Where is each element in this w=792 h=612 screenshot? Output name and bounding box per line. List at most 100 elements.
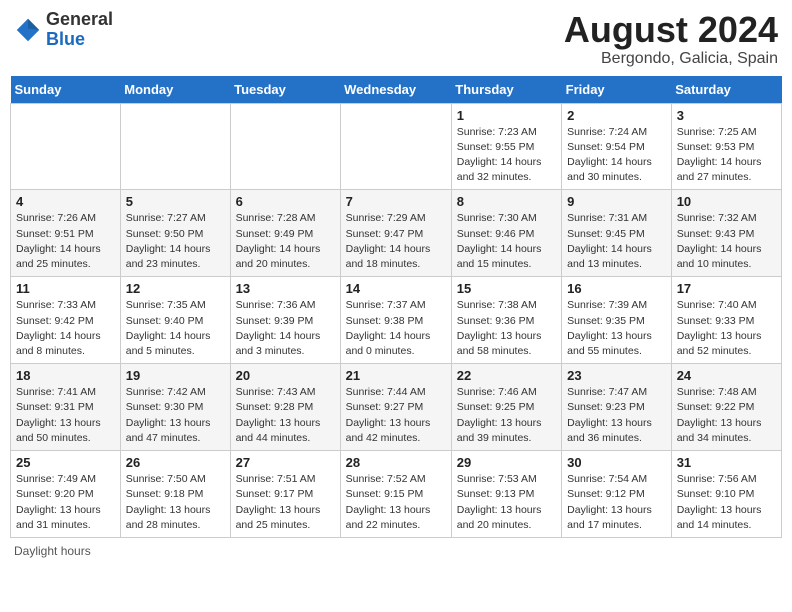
day-info: Sunrise: 7:46 AM Sunset: 9:25 PM Dayligh…	[457, 385, 556, 446]
calendar-table: SundayMondayTuesdayWednesdayThursdayFrid…	[10, 76, 782, 538]
calendar-cell: 10 Sunrise: 7:32 AM Sunset: 9:43 PM Dayli…	[671, 190, 781, 277]
day-info: Sunrise: 7:41 AM Sunset: 9:31 PM Dayligh…	[16, 385, 115, 446]
day-number: 14	[346, 281, 446, 296]
day-number: 20	[236, 368, 335, 383]
day-info: Sunrise: 7:43 AM Sunset: 9:28 PM Dayligh…	[236, 385, 335, 446]
day-number: 4	[16, 194, 115, 209]
daylight-hours-label: Daylight hours	[14, 544, 91, 558]
day-number: 30	[567, 455, 666, 470]
calendar-cell: 30 Sunrise: 7:54 AM Sunset: 9:12 PM Dayli…	[562, 451, 672, 538]
calendar-cell: 18 Sunrise: 7:41 AM Sunset: 9:31 PM Dayli…	[11, 364, 121, 451]
calendar-cell: 12 Sunrise: 7:35 AM Sunset: 9:40 PM Dayli…	[120, 277, 230, 364]
header-cell-friday: Friday	[562, 76, 672, 104]
calendar-week-row: 11Sunrise: 7:33 AM Sunset: 9:42 PM Dayli…	[11, 277, 782, 364]
day-info: Sunrise: 7:37 AM Sunset: 9:38 PM Dayligh…	[346, 298, 446, 359]
calendar-cell: 2Sunrise: 7:24 AM Sunset: 9:54 PM Daylig…	[562, 103, 672, 190]
day-info: Sunrise: 7:56 AM Sunset: 9:10 PM Dayligh…	[677, 472, 776, 533]
calendar-cell: 27Sunrise: 7:51 AM Sunset: 9:17 PM Dayli…	[230, 451, 340, 538]
day-number: 28	[346, 455, 446, 470]
calendar-cell	[11, 103, 121, 190]
calendar-cell: 1 Sunrise: 7:23 AM Sunset: 9:55 PM Daylig…	[451, 103, 561, 190]
day-info: Sunrise: 7:44 AM Sunset: 9:27 PM Dayligh…	[346, 385, 446, 446]
day-info: Sunrise: 7:25 AM Sunset: 9:53 PM Dayligh…	[677, 125, 776, 186]
day-info: Sunrise: 7:28 AM Sunset: 9:49 PM Dayligh…	[236, 211, 335, 272]
day-info: Sunrise: 7:54 AM Sunset: 9:12 PM Dayligh…	[567, 472, 666, 533]
calendar-cell: 28 Sunrise: 7:52 AM Sunset: 9:15 PM Dayli…	[340, 451, 451, 538]
calendar-cell: 24 Sunrise: 7:48 AM Sunset: 9:22 PM Dayli…	[671, 364, 781, 451]
calendar-header-row: SundayMondayTuesdayWednesdayThursdayFrid…	[11, 76, 782, 104]
calendar-cell: 16Sunrise: 7:39 AM Sunset: 9:35 PM Dayli…	[562, 277, 672, 364]
calendar-cell: 11Sunrise: 7:33 AM Sunset: 9:42 PM Dayli…	[11, 277, 121, 364]
calendar-week-row: 25Sunrise: 7:49 AM Sunset: 9:20 PM Dayli…	[11, 451, 782, 538]
day-info: Sunrise: 7:49 AM Sunset: 9:20 PM Dayligh…	[16, 472, 115, 533]
calendar-cell	[340, 103, 451, 190]
calendar-cell: 22Sunrise: 7:46 AM Sunset: 9:25 PM Dayli…	[451, 364, 561, 451]
day-number: 19	[126, 368, 225, 383]
calendar-cell: 14 Sunrise: 7:37 AM Sunset: 9:38 PM Dayli…	[340, 277, 451, 364]
day-number: 8	[457, 194, 556, 209]
header-cell-thursday: Thursday	[451, 76, 561, 104]
day-info: Sunrise: 7:27 AM Sunset: 9:50 PM Dayligh…	[126, 211, 225, 272]
header-cell-saturday: Saturday	[671, 76, 781, 104]
calendar-week-row: 18 Sunrise: 7:41 AM Sunset: 9:31 PM Dayli…	[11, 364, 782, 451]
day-number: 21	[346, 368, 446, 383]
day-info: Sunrise: 7:47 AM Sunset: 9:23 PM Dayligh…	[567, 385, 666, 446]
calendar-cell: 13Sunrise: 7:36 AM Sunset: 9:39 PM Dayli…	[230, 277, 340, 364]
day-info: Sunrise: 7:52 AM Sunset: 9:15 PM Dayligh…	[346, 472, 446, 533]
calendar-cell	[230, 103, 340, 190]
calendar-cell: 21 Sunrise: 7:44 AM Sunset: 9:27 PM Dayli…	[340, 364, 451, 451]
day-info: Sunrise: 7:48 AM Sunset: 9:22 PM Dayligh…	[677, 385, 776, 446]
day-number: 7	[346, 194, 446, 209]
calendar-cell: 6 Sunrise: 7:28 AM Sunset: 9:49 PM Daylig…	[230, 190, 340, 277]
day-number: 15	[457, 281, 556, 296]
day-info: Sunrise: 7:24 AM Sunset: 9:54 PM Dayligh…	[567, 125, 666, 186]
day-info: Sunrise: 7:35 AM Sunset: 9:40 PM Dayligh…	[126, 298, 225, 359]
calendar-week-row: 4 Sunrise: 7:26 AM Sunset: 9:51 PM Daylig…	[11, 190, 782, 277]
day-number: 24	[677, 368, 776, 383]
day-info: Sunrise: 7:23 AM Sunset: 9:55 PM Dayligh…	[457, 125, 556, 186]
day-number: 18	[16, 368, 115, 383]
calendar-cell: 4 Sunrise: 7:26 AM Sunset: 9:51 PM Daylig…	[11, 190, 121, 277]
calendar-cell: 17 Sunrise: 7:40 AM Sunset: 9:33 PM Dayli…	[671, 277, 781, 364]
day-info: Sunrise: 7:31 AM Sunset: 9:45 PM Dayligh…	[567, 211, 666, 272]
calendar-cell: 15Sunrise: 7:38 AM Sunset: 9:36 PM Dayli…	[451, 277, 561, 364]
day-info: Sunrise: 7:51 AM Sunset: 9:17 PM Dayligh…	[236, 472, 335, 533]
day-number: 10	[677, 194, 776, 209]
calendar-cell: 3Sunrise: 7:25 AM Sunset: 9:53 PM Daylig…	[671, 103, 781, 190]
footer: Daylight hours	[10, 544, 782, 558]
calendar-cell: 26 Sunrise: 7:50 AM Sunset: 9:18 PM Dayli…	[120, 451, 230, 538]
calendar-cell: 31 Sunrise: 7:56 AM Sunset: 9:10 PM Dayli…	[671, 451, 781, 538]
calendar-cell: 29Sunrise: 7:53 AM Sunset: 9:13 PM Dayli…	[451, 451, 561, 538]
day-info: Sunrise: 7:42 AM Sunset: 9:30 PM Dayligh…	[126, 385, 225, 446]
page-header: General Blue August 2024 Bergondo, Galic…	[10, 10, 782, 68]
logo: General Blue	[14, 10, 113, 50]
location-subtitle: Bergondo, Galicia, Spain	[564, 50, 778, 68]
logo-blue: Blue	[46, 29, 85, 49]
day-number: 6	[236, 194, 335, 209]
calendar-cell: 5 Sunrise: 7:27 AM Sunset: 9:50 PM Daylig…	[120, 190, 230, 277]
day-number: 13	[236, 281, 335, 296]
day-number: 29	[457, 455, 556, 470]
day-number: 12	[126, 281, 225, 296]
day-number: 1	[457, 108, 556, 123]
day-info: Sunrise: 7:40 AM Sunset: 9:33 PM Dayligh…	[677, 298, 776, 359]
calendar-cell: 19 Sunrise: 7:42 AM Sunset: 9:30 PM Dayli…	[120, 364, 230, 451]
day-number: 5	[126, 194, 225, 209]
calendar-week-row: 1 Sunrise: 7:23 AM Sunset: 9:55 PM Daylig…	[11, 103, 782, 190]
calendar-cell: 9 Sunrise: 7:31 AM Sunset: 9:45 PM Daylig…	[562, 190, 672, 277]
logo-icon	[14, 16, 42, 44]
day-number: 26	[126, 455, 225, 470]
day-info: Sunrise: 7:26 AM Sunset: 9:51 PM Dayligh…	[16, 211, 115, 272]
calendar-cell	[120, 103, 230, 190]
day-info: Sunrise: 7:30 AM Sunset: 9:46 PM Dayligh…	[457, 211, 556, 272]
header-cell-wednesday: Wednesday	[340, 76, 451, 104]
day-info: Sunrise: 7:39 AM Sunset: 9:35 PM Dayligh…	[567, 298, 666, 359]
day-number: 31	[677, 455, 776, 470]
logo-general: General	[46, 9, 113, 29]
day-number: 17	[677, 281, 776, 296]
header-cell-tuesday: Tuesday	[230, 76, 340, 104]
day-info: Sunrise: 7:50 AM Sunset: 9:18 PM Dayligh…	[126, 472, 225, 533]
header-cell-monday: Monday	[120, 76, 230, 104]
day-info: Sunrise: 7:32 AM Sunset: 9:43 PM Dayligh…	[677, 211, 776, 272]
day-number: 9	[567, 194, 666, 209]
